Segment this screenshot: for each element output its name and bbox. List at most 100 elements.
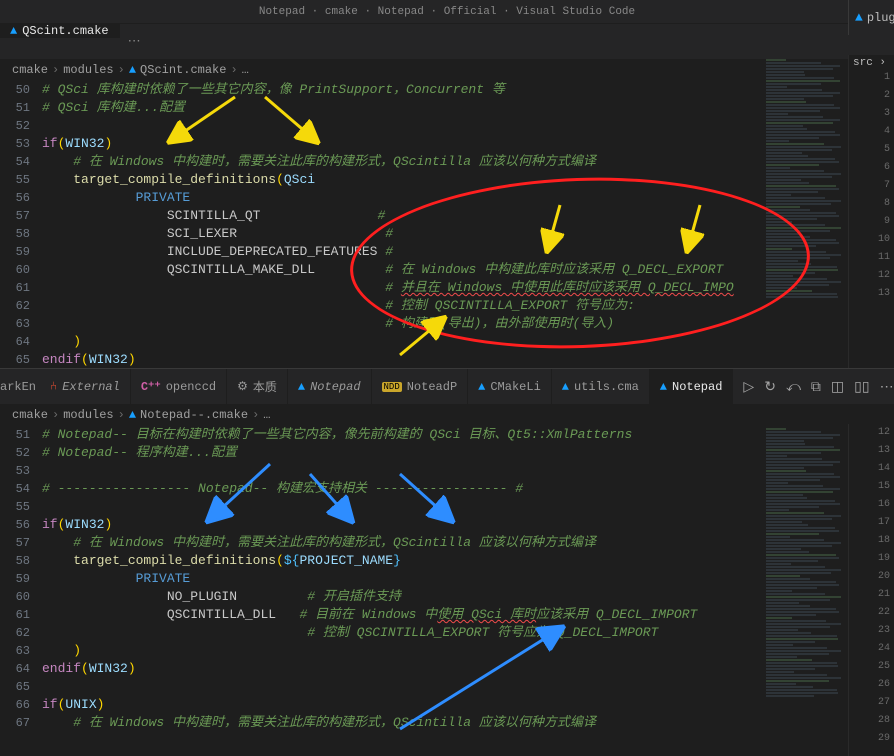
editor-tab[interactable]: ⑃External [40, 369, 131, 404]
code-line[interactable]: # ----------------- Notepad-- 构建宏支持相关 --… [42, 480, 894, 498]
code-line[interactable]: SCI_LEXER # [42, 225, 894, 243]
code-line[interactable]: # 在 Windows 中构建时，需要关注此库的构建形式，QScintilla … [42, 153, 894, 171]
code-line[interactable]: PRIVATE [42, 189, 894, 207]
side-tab-label: plug [867, 24, 894, 25]
code-line[interactable]: endif(WIN32) [42, 660, 894, 678]
code-line[interactable]: # 在 Windows 中构建时，需要关注此库的构建形式，QScintilla … [42, 534, 894, 552]
crumb-folder[interactable]: modules [63, 408, 113, 422]
editor-tab[interactable]: ▲utils.cma [552, 369, 650, 404]
secondary-line-number: 9 [849, 213, 894, 231]
crumb-folder[interactable]: modules [63, 63, 113, 77]
editor-tab[interactable]: ▲Notepad [650, 369, 734, 404]
code-line[interactable] [42, 462, 894, 480]
editor-toolbar: ▷ ↻ ⤺ ⧉ ◫ ▯▯ ⋯ [733, 369, 894, 404]
code-line[interactable]: # 控制 QSCINTILLA_EXPORT 符号应为: [42, 297, 894, 315]
side-crumb[interactable]: src › [849, 57, 894, 69]
more-icon[interactable]: ⋯ [880, 378, 894, 395]
code-area[interactable]: # QSci 库构建时依赖了一些其它内容，像 PrintSupport，Conc… [42, 81, 894, 387]
editor-tab[interactable]: ⚙本质 [227, 369, 288, 404]
code-line[interactable] [42, 498, 894, 516]
code-line[interactable]: NO_PLUGIN # 开启插件支持 [42, 588, 894, 606]
crumb-more[interactable]: … [242, 63, 249, 77]
code-line[interactable]: # 在 Windows 中构建时，需要关注此库的构建形式，QScintilla … [42, 714, 894, 732]
code-line[interactable]: QSCINTILLA_MAKE_DLL # 在 Windows 中构建此库时应该… [42, 261, 894, 279]
code-line[interactable]: endif(WIN32) [42, 351, 894, 369]
code-area[interactable]: # Notepad-- 目标在构建时依赖了一些其它内容，像先前构建的 QSci … [42, 426, 894, 732]
editor-top[interactable]: 5051525354555657585960616263646566 # QSc… [0, 81, 894, 387]
line-number: 58 [0, 552, 30, 570]
code-line[interactable]: SCINTILLA_QT # [42, 207, 894, 225]
code-line[interactable]: if(UNIX) [42, 696, 894, 714]
tab-label: 本质 [253, 378, 277, 395]
line-number: 56 [0, 189, 30, 207]
secondary-line-number: 6 [849, 159, 894, 177]
crumb-more[interactable]: … [263, 408, 270, 422]
compare-icon[interactable]: ⧉ [811, 378, 821, 395]
code-line[interactable]: # Notepad-- 目标在构建时依赖了一些其它内容，像先前构建的 QSci … [42, 426, 894, 444]
line-number: 54 [0, 480, 30, 498]
crumb-file[interactable]: Notepad--.cmake [140, 408, 248, 422]
tab-cut-left[interactable]: arkEn [0, 369, 40, 404]
tab-label: External [62, 380, 120, 394]
code-line[interactable]: # 并且在 Windows 中使用此库时应该采用 Q_DECL_IMPO [42, 279, 894, 297]
secondary-line-number: 27 [849, 694, 894, 712]
side-editor-tab[interactable]: ▲ plug [848, 24, 894, 35]
code-line[interactable]: ) [42, 333, 894, 351]
code-line[interactable]: QSCINTILLA_DLL # 目前在 Windows 中使用 QSci 库时… [42, 606, 894, 624]
crumb-folder[interactable]: cmake [12, 63, 48, 77]
crumb-file[interactable]: QScint.cmake [140, 63, 226, 77]
cmake-icon: ▲ [855, 24, 863, 25]
secondary-line-number: 4 [849, 123, 894, 141]
code-line[interactable]: target_compile_definitions(QSci [42, 171, 894, 189]
secondary-line-number: 23 [849, 622, 894, 640]
line-number: 55 [0, 498, 30, 516]
tab-overflow-icon[interactable]: ⋯ [120, 24, 149, 59]
secondary-line-number: 1 [849, 69, 894, 87]
split-down-icon[interactable]: ◫ [831, 378, 844, 395]
chevron-right-icon: › [118, 408, 125, 422]
line-number-gutter: 5152535455565758596061626364656667 [0, 426, 42, 732]
secondary-line-number: 18 [849, 532, 894, 550]
secondary-editor-strip: 121314151617181920212223242526272829 [848, 424, 894, 756]
split-right-icon[interactable]: ▯▯ [854, 378, 869, 395]
code-line[interactable]: if(WIN32) [42, 516, 894, 534]
breadcrumb-bottom[interactable]: cmake› modules› ▲ Notepad--.cmake› … [0, 404, 894, 426]
line-number: 62 [0, 297, 30, 315]
secondary-editor-strip: src › 12345678910111213 [848, 55, 894, 368]
editor-tab[interactable]: ▲QScint.cmake [0, 24, 120, 38]
chevron-right-icon: › [52, 408, 59, 422]
tab-label: CMakeLi [490, 380, 540, 394]
editor-tab[interactable]: ▲CMakeLi [468, 369, 552, 404]
secondary-line-number: 10 [849, 231, 894, 249]
code-line[interactable]: ) [42, 642, 894, 660]
undo-icon[interactable]: ⤺ [786, 378, 801, 395]
editor-bottom[interactable]: 5152535455565758596061626364656667 # Not… [0, 426, 894, 732]
secondary-line-number: 12 [849, 267, 894, 285]
secondary-line-number: 20 [849, 568, 894, 586]
tab-label: Notepad [672, 380, 722, 394]
sync-icon[interactable]: ↻ [764, 378, 776, 395]
code-line[interactable]: # Notepad-- 程序构建...配置 [42, 444, 894, 462]
code-line[interactable]: # 控制 QSCINTILLA_EXPORT 符号应为 Q_DECL_IMPOR… [42, 624, 894, 642]
editor-tab[interactable]: C⁺⁺openccd [131, 369, 227, 404]
tab-label: utils.cma [574, 380, 639, 394]
breadcrumb-top[interactable]: cmake› modules› ▲ QScint.cmake› … [0, 59, 894, 81]
line-number: 56 [0, 516, 30, 534]
line-number: 66 [0, 696, 30, 714]
code-line[interactable]: # QSci 库构建时依赖了一些其它内容，像 PrintSupport，Conc… [42, 81, 894, 99]
code-line[interactable]: # 构建时(导出)，由外部使用时(导入) [42, 315, 894, 333]
secondary-line-number: 17 [849, 514, 894, 532]
code-line[interactable]: target_compile_definitions(${PROJECT_NAM… [42, 552, 894, 570]
crumb-folder[interactable]: cmake [12, 408, 48, 422]
editor-tab[interactable]: NDDNoteadP [372, 369, 469, 404]
secondary-line-number: 5 [849, 141, 894, 159]
code-line[interactable]: if(WIN32) [42, 135, 894, 153]
run-icon[interactable]: ▷ [743, 378, 754, 395]
code-line[interactable]: # QSci 库构建...配置 [42, 99, 894, 117]
code-line[interactable] [42, 678, 894, 696]
code-line[interactable] [42, 117, 894, 135]
editor-tab[interactable]: ▲Notepad [288, 369, 372, 404]
code-line[interactable]: PRIVATE [42, 570, 894, 588]
secondary-line-number: 15 [849, 478, 894, 496]
code-line[interactable]: INCLUDE_DEPRECATED_FEATURES # [42, 243, 894, 261]
